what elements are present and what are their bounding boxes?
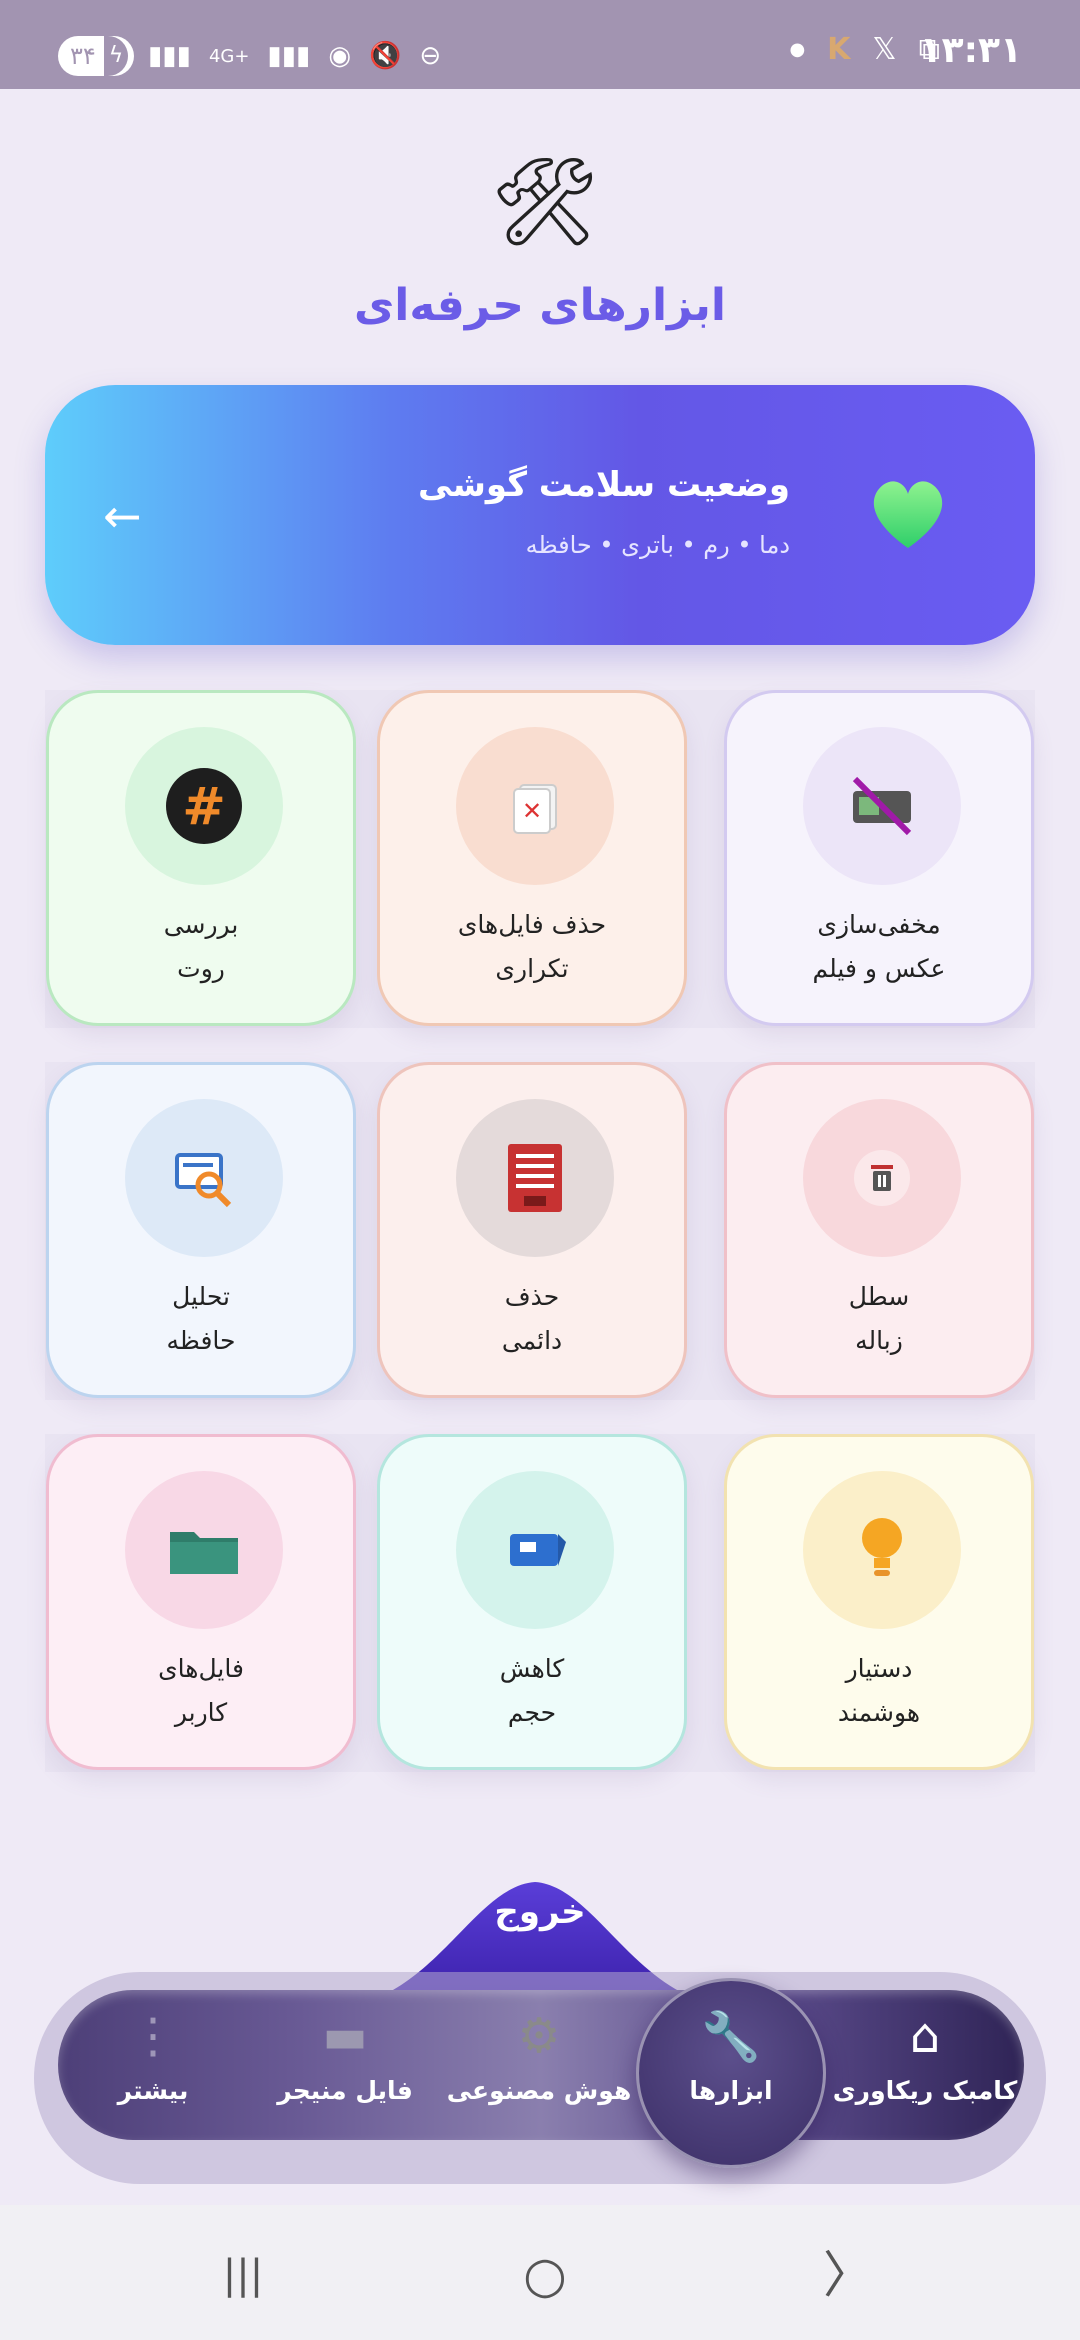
health-card-title: وضعیت سلامت گوشی xyxy=(418,465,790,505)
memory-analysis-icon xyxy=(175,1153,232,1208)
green-heart-icon xyxy=(873,481,943,548)
tool-icon-circle xyxy=(125,1099,283,1257)
home-icon: ⌂ xyxy=(909,2008,941,2064)
nav-item-ai[interactable]: ⚙ هوش مصنوعی xyxy=(444,1990,634,2180)
tool-delete-duplicates[interactable]: ✕ حذف فایل‌های تکراری xyxy=(377,690,687,1026)
phone-health-card[interactable]: وضعیت سلامت گوشی دما • رم • باتری • حافظ… xyxy=(45,385,1035,645)
tool-label-line1: سطل xyxy=(848,1282,910,1311)
svg-text:#: # xyxy=(182,777,226,837)
tool-label-line1: مخفی‌سازی xyxy=(817,910,941,939)
tools-icon: 🛠 xyxy=(490,152,600,252)
tool-label: دستیار هوشمند xyxy=(727,1647,1031,1735)
folder-icon xyxy=(170,1532,238,1574)
wrench-icon: 🔧 xyxy=(701,2009,761,2065)
duplicate-delete-icon: ✕ xyxy=(513,784,557,834)
tool-label: فایل‌های کاربر xyxy=(49,1647,353,1735)
status-icons-right: ● K 𝕏 ⧉ xyxy=(789,32,940,67)
system-nav-bar: ||| ○ 〉 xyxy=(0,2205,1080,2340)
mute-icon: 🔇 xyxy=(369,41,402,71)
tool-icon-circle xyxy=(125,1471,283,1629)
tool-label: سطل زباله xyxy=(727,1275,1031,1363)
tool-icon-circle xyxy=(803,727,961,885)
folder-icon: ▬ xyxy=(322,2008,368,2064)
tool-label: حذف فایل‌های تکراری xyxy=(380,903,684,991)
nav-item-comeback-recovery[interactable]: ⌂ کامبک ریکاوری xyxy=(830,1990,1020,2180)
tool-label-line1: حذف فایل‌های xyxy=(457,910,607,939)
back-button[interactable]: 〉 xyxy=(808,2245,888,2305)
tool-hide-media[interactable]: مخفی‌سازی عکس و فیلم xyxy=(724,690,1034,1026)
nav-item-file-manager[interactable]: ▬ فایل منیجر xyxy=(250,1990,440,2180)
tool-label-line1: بررسی xyxy=(163,910,239,939)
tool-label: تحلیل حافظه xyxy=(49,1275,353,1363)
tool-label-line2: دائمی xyxy=(501,1326,563,1355)
exit-button[interactable]: خروج xyxy=(0,1892,1080,1932)
clock: ۱۳:۳۱ xyxy=(919,30,1022,71)
tool-label: حذف دائمی xyxy=(380,1275,684,1363)
network-type: 4G+ xyxy=(208,45,250,67)
tool-label: کاهش حجم xyxy=(380,1647,684,1735)
tool-label-line2: روت xyxy=(177,954,225,983)
tool-label-line2: هوشمند xyxy=(837,1698,921,1727)
arrow-left-icon: ← xyxy=(103,489,142,543)
trash-icon xyxy=(854,1150,910,1206)
battery-indicator: ۳۴ ϟ xyxy=(58,36,134,76)
tool-icon-circle xyxy=(803,1471,961,1629)
nav-item-tools[interactable]: 🔧 ابزارها xyxy=(636,1990,826,2180)
dot-icon: ● xyxy=(789,39,806,60)
tool-label-line2: زباله xyxy=(855,1326,903,1355)
nav-label: کامبک ریکاوری xyxy=(832,2076,1018,2105)
more-vertical-icon: ⋮ xyxy=(129,2008,177,2064)
tool-icon-circle xyxy=(803,1099,961,1257)
page-title: ابزارهای حرفه‌ای xyxy=(353,280,727,331)
tool-trash[interactable]: سطل زباله xyxy=(724,1062,1034,1398)
status-bar: ۳۴ ϟ ▮▮▮ 4G+ ▮▮▮ ◉ 🔇 ⊖ ● K 𝕏 ⧉ ۱۳:۳۱ xyxy=(0,0,1080,89)
tool-permanent-delete[interactable]: حذف دائمی xyxy=(377,1062,687,1398)
tool-icon-circle: ✕ xyxy=(456,727,614,885)
root-check-icon: # xyxy=(166,768,242,844)
tool-label: بررسی روت xyxy=(49,903,353,991)
nav-label: هوش مصنوعی xyxy=(446,2076,632,2105)
k-app-icon: K xyxy=(827,32,851,67)
tool-user-files[interactable]: فایل‌های کاربر xyxy=(46,1434,356,1770)
status-icons-left: ▮▮▮ 4G+ ▮▮▮ ◉ 🔇 ⊖ xyxy=(148,34,441,78)
tool-icon-circle xyxy=(456,1099,614,1257)
hide-media-icon xyxy=(852,776,912,836)
nav-label: ابزارها xyxy=(689,2076,773,2105)
tool-label-line1: تحلیل xyxy=(172,1282,230,1311)
nav-label: فایل منیجر xyxy=(277,2076,413,2105)
shredder-icon xyxy=(508,1144,562,1212)
tool-label-line1: کاهش xyxy=(499,1654,565,1683)
nav-item-more[interactable]: ⋮ بیشتر xyxy=(58,1990,248,2180)
tool-label-line2: حافظه xyxy=(166,1326,236,1355)
tool-label-line2: عکس و فیلم xyxy=(812,954,946,983)
tool-label-line1: حذف xyxy=(504,1282,560,1311)
tool-root-check[interactable]: # بررسی روت xyxy=(46,690,356,1026)
tool-label-line1: فایل‌های xyxy=(158,1654,244,1683)
charging-icon: ϟ xyxy=(104,36,128,76)
tool-label-line2: حجم xyxy=(507,1698,557,1727)
nav-label: بیشتر xyxy=(117,2076,189,2105)
tool-label-line1: دستیار xyxy=(845,1654,913,1683)
ai-gear-icon: ⚙ xyxy=(517,2008,561,2064)
x-icon: 𝕏 xyxy=(872,32,897,67)
home-button[interactable]: ○ xyxy=(505,2245,585,2305)
recents-button[interactable]: ||| xyxy=(203,2245,283,2305)
tool-label: مخفی‌سازی عکس و فیلم xyxy=(727,903,1031,991)
tool-label-line2: تکراری xyxy=(495,954,569,983)
tool-icon-circle: # xyxy=(125,727,283,885)
tool-smart-assistant[interactable]: دستیار هوشمند xyxy=(724,1434,1034,1770)
lightbulb-icon xyxy=(862,1518,902,1576)
dnd-icon: ⊖ xyxy=(419,41,442,71)
health-card-subtitle: دما • رم • باتری • حافظه xyxy=(525,531,790,559)
battery-level: ۳۴ xyxy=(70,42,96,70)
tool-memory-analysis[interactable]: تحلیل حافظه xyxy=(46,1062,356,1398)
tool-label-line2: کاربر xyxy=(174,1698,228,1727)
tool-icon-circle xyxy=(456,1471,614,1629)
compress-icon xyxy=(510,1534,566,1566)
signal-icon: ▮▮▮ xyxy=(267,41,311,71)
tool-compress[interactable]: کاهش حجم xyxy=(377,1434,687,1770)
svg-text:✕: ✕ xyxy=(522,797,542,825)
signal-icon: ▮▮▮ xyxy=(148,41,191,71)
hotspot-icon: ◉ xyxy=(328,41,352,71)
